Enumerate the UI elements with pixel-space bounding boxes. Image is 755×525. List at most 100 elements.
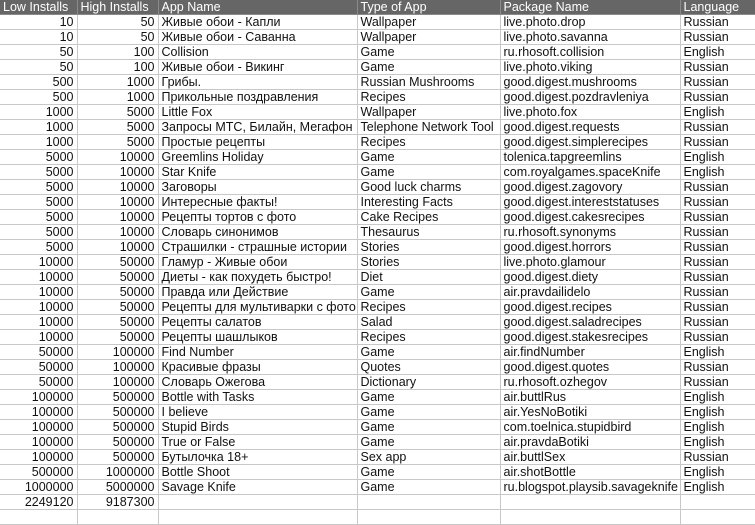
cell-language[interactable]: Russian — [680, 359, 755, 375]
cell-package-name[interactable]: ru.rhosoft.synonyms — [500, 224, 681, 240]
cell-type-of-app[interactable]: Game — [357, 479, 501, 495]
cell-high-installs[interactable]: 1000 — [77, 74, 159, 90]
cell-low-installs[interactable]: 5000 — [0, 164, 78, 180]
cell-package-name[interactable]: good.digest.cakesrecipes — [500, 209, 681, 225]
column-header-app-name[interactable]: App Name — [158, 0, 358, 15]
cell-high-installs[interactable]: 5000 — [77, 104, 159, 120]
cell-high-installs[interactable]: 500000 — [77, 434, 159, 450]
cell-high-installs[interactable]: 10000 — [77, 164, 159, 180]
cell-package-name[interactable]: com.royalgames.spaceKnife — [500, 164, 681, 180]
cell-package-name[interactable]: good.digest.recipes — [500, 299, 681, 315]
cell-high-installs[interactable]: 50000 — [77, 299, 159, 315]
cell-low-installs[interactable]: 10 — [0, 14, 78, 30]
cell-low-installs[interactable]: 10000 — [0, 314, 78, 330]
cell-package-name[interactable]: ru.blogspot.playsib.savageknife — [500, 479, 681, 495]
cell-language[interactable]: English — [680, 164, 755, 180]
cell-low-installs[interactable]: 50000 — [0, 359, 78, 375]
empty-cell[interactable] — [158, 494, 358, 510]
cell-high-installs[interactable]: 10000 — [77, 194, 159, 210]
cell-high-installs[interactable]: 5000000 — [77, 479, 159, 495]
cell-language[interactable]: Russian — [680, 179, 755, 195]
cell-app-name[interactable]: Рецепты тортов с фото — [158, 209, 358, 225]
cell-app-name[interactable]: Живые обои - Саванна — [158, 29, 358, 45]
cell-app-name[interactable]: Рецепты салатов — [158, 314, 358, 330]
cell-package-name[interactable]: good.digest.diety — [500, 269, 681, 285]
cell-package-name[interactable]: good.digest.saladrecipes — [500, 314, 681, 330]
cell-language[interactable]: English — [680, 419, 755, 435]
cell-high-installs[interactable]: 5000 — [77, 119, 159, 135]
cell-app-name[interactable]: Рецепты шашлыков — [158, 329, 358, 345]
cell-type-of-app[interactable]: Cake Recipes — [357, 209, 501, 225]
cell-low-installs[interactable]: 100000 — [0, 434, 78, 450]
cell-type-of-app[interactable]: Stories — [357, 239, 501, 255]
cell-type-of-app[interactable]: Game — [357, 464, 501, 480]
cell-low-installs[interactable]: 10000 — [0, 299, 78, 315]
cell-app-name[interactable]: Bottle with Tasks — [158, 389, 358, 405]
cell-language[interactable]: English — [680, 344, 755, 360]
cell-language[interactable]: English — [680, 434, 755, 450]
cell-app-name[interactable]: Словарь Ожегова — [158, 374, 358, 390]
cell-language[interactable]: Russian — [680, 269, 755, 285]
cell-type-of-app[interactable]: Recipes — [357, 329, 501, 345]
cell-high-installs[interactable]: 1000000 — [77, 464, 159, 480]
cell-app-name[interactable]: Интересные факты! — [158, 194, 358, 210]
cell-low-installs[interactable]: 5000 — [0, 209, 78, 225]
cell-language[interactable]: Russian — [680, 329, 755, 345]
cell-app-name[interactable]: Живые обои - Викинг — [158, 59, 358, 75]
cell-low-installs[interactable]: 1000 — [0, 104, 78, 120]
cell-package-name[interactable]: air.pravdaBotiki — [500, 434, 681, 450]
cell-package-name[interactable]: live.photo.savanna — [500, 29, 681, 45]
cell-low-installs[interactable]: 100000 — [0, 449, 78, 465]
cell-high-installs[interactable]: 10000 — [77, 209, 159, 225]
cell-high-installs[interactable]: 50 — [77, 14, 159, 30]
cell-type-of-app[interactable]: Wallpaper — [357, 14, 501, 30]
cell-type-of-app[interactable]: Game — [357, 164, 501, 180]
cell-type-of-app[interactable]: Game — [357, 344, 501, 360]
cell-high-installs[interactable]: 10000 — [77, 179, 159, 195]
cell-type-of-app[interactable]: Game — [357, 434, 501, 450]
cell-type-of-app[interactable]: Game — [357, 419, 501, 435]
cell-high-installs[interactable]: 500000 — [77, 389, 159, 405]
cell-low-installs[interactable]: 10 — [0, 29, 78, 45]
cell-type-of-app[interactable]: Wallpaper — [357, 104, 501, 120]
cell-low-installs[interactable]: 500 — [0, 74, 78, 90]
cell-language[interactable]: English — [680, 44, 755, 60]
cell-package-name[interactable]: live.photo.viking — [500, 59, 681, 75]
cell-language[interactable]: English — [680, 389, 755, 405]
cell-app-name[interactable]: Живые обои - Капли — [158, 14, 358, 30]
cell-language[interactable]: Russian — [680, 14, 755, 30]
cell-high-installs[interactable]: 5000 — [77, 134, 159, 150]
cell-high-installs[interactable]: 100 — [77, 59, 159, 75]
cell-low-installs[interactable]: 100000 — [0, 404, 78, 420]
cell-language[interactable]: Russian — [680, 119, 755, 135]
cell-language[interactable]: Russian — [680, 239, 755, 255]
cell-language[interactable]: English — [680, 104, 755, 120]
cell-package-name[interactable]: good.digest.simplerecipes — [500, 134, 681, 150]
cell-low-installs[interactable]: 1000 — [0, 134, 78, 150]
cell-package-name[interactable]: good.digest.zagovory — [500, 179, 681, 195]
cell-app-name[interactable]: Collision — [158, 44, 358, 60]
cell-package-name[interactable]: good.digest.intereststatuses — [500, 194, 681, 210]
cell-low-installs[interactable]: 50000 — [0, 344, 78, 360]
cell-app-name[interactable]: True or False — [158, 434, 358, 450]
cell-high-installs[interactable]: 100000 — [77, 374, 159, 390]
cell-type-of-app[interactable]: Recipes — [357, 299, 501, 315]
cell-low-installs[interactable]: 5000 — [0, 179, 78, 195]
cell-high-installs[interactable]: 10000 — [77, 239, 159, 255]
cell-app-name[interactable]: Savage Knife — [158, 479, 358, 495]
cell-low-installs[interactable]: 100000 — [0, 419, 78, 435]
cell-app-name[interactable]: Красивые фразы — [158, 359, 358, 375]
cell-low-installs[interactable]: 10000 — [0, 254, 78, 270]
cell-type-of-app[interactable]: Wallpaper — [357, 29, 501, 45]
cell-app-name[interactable]: Грибы. — [158, 74, 358, 90]
cell-app-name[interactable]: Словарь синонимов — [158, 224, 358, 240]
cell-app-name[interactable]: Диеты - как похудеть быстро! — [158, 269, 358, 285]
column-header-language[interactable]: Language — [680, 0, 755, 15]
cell-package-name[interactable]: good.digest.mushrooms — [500, 74, 681, 90]
cell-type-of-app[interactable]: Good luck charms — [357, 179, 501, 195]
cell-app-name[interactable]: Прикольные поздравления — [158, 89, 358, 105]
cell-package-name[interactable]: tolenica.tapgreemlins — [500, 149, 681, 165]
cell-high-installs[interactable]: 500000 — [77, 419, 159, 435]
cell-language[interactable]: English — [680, 464, 755, 480]
cell-high-installs[interactable]: 10000 — [77, 224, 159, 240]
